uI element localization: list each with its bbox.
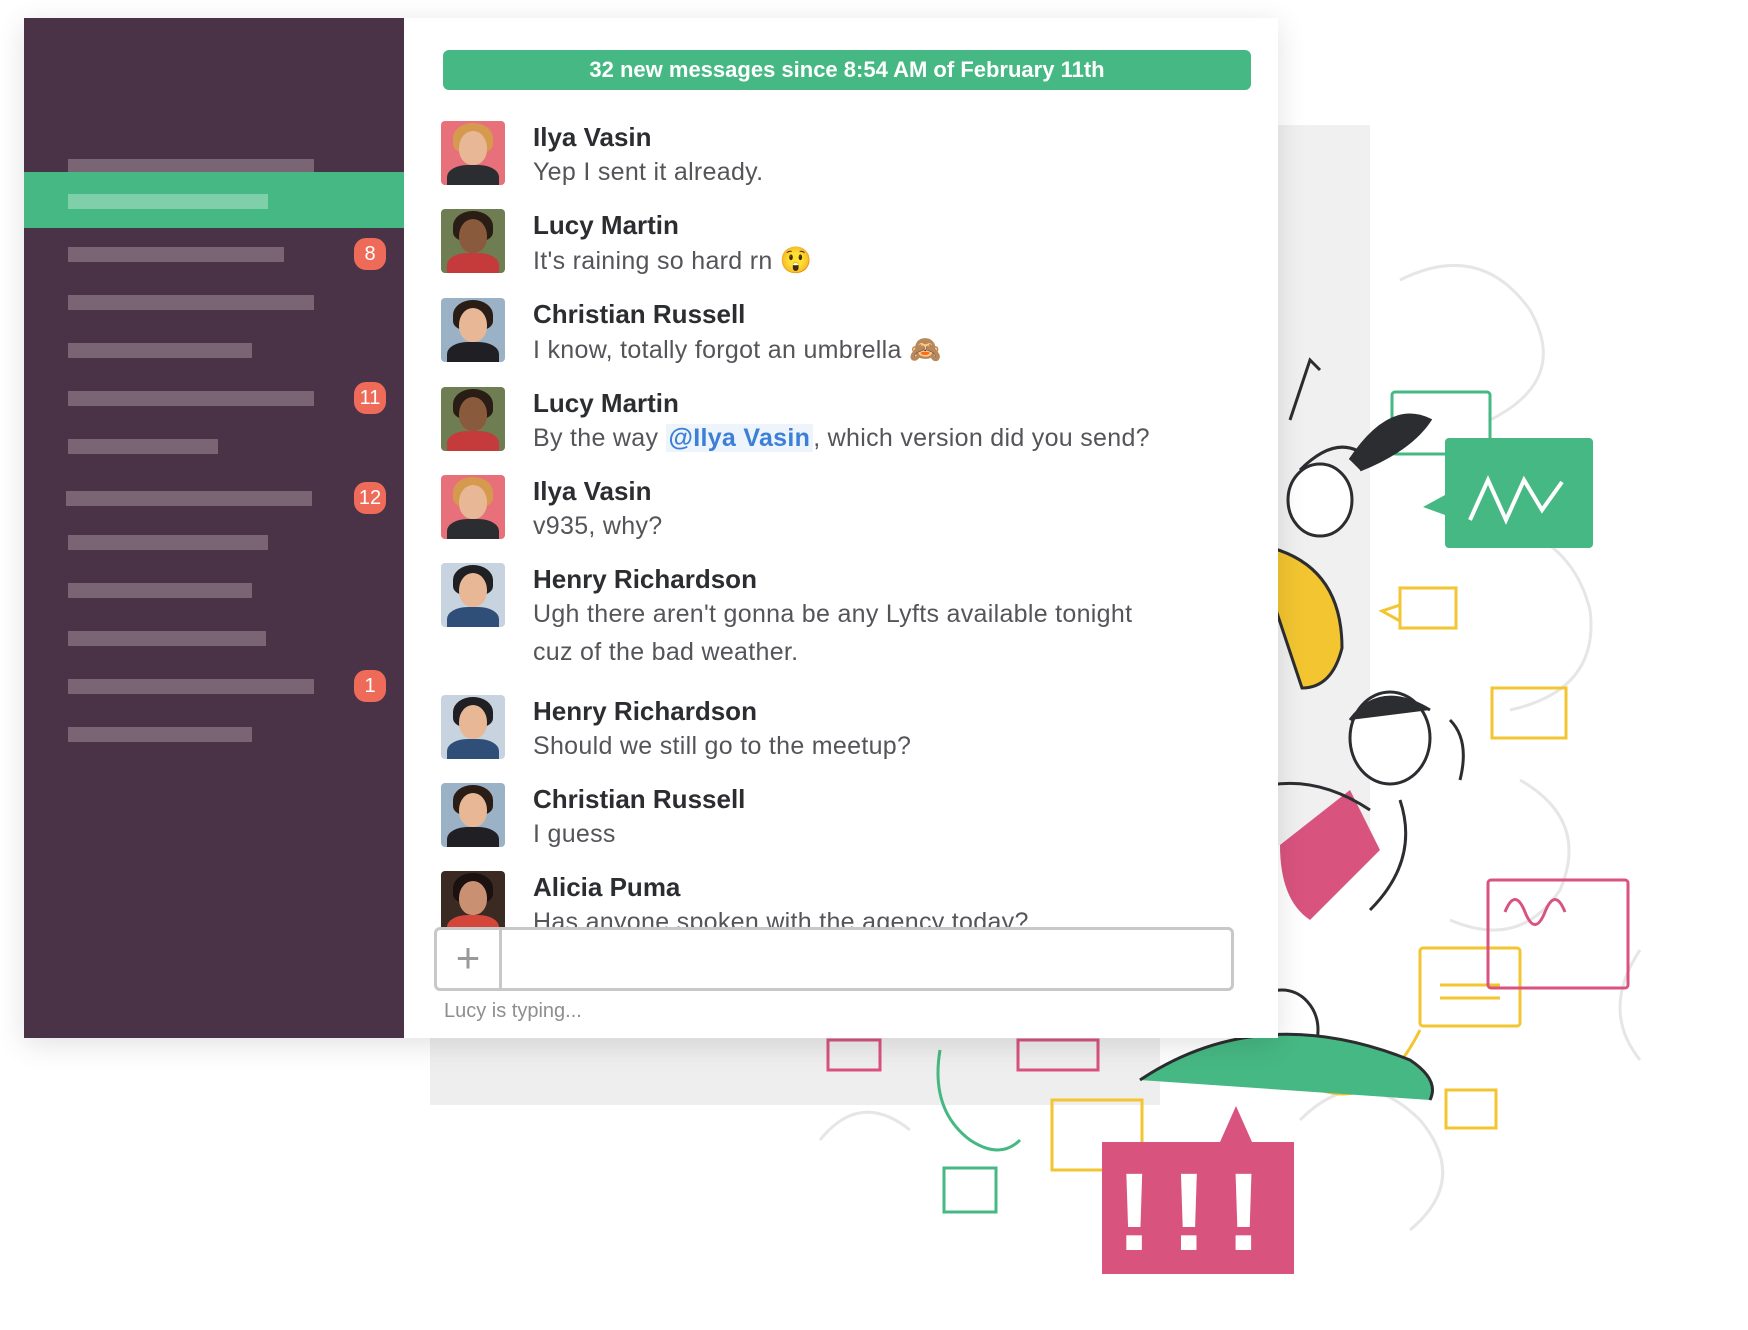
message-text: Should we still go to the meetup?: [533, 732, 912, 760]
typing-indicator: Lucy is typing...: [444, 1000, 582, 1022]
sidebar-item-placeholder: [68, 583, 252, 598]
unread-badge: 1: [354, 670, 386, 702]
sidebar-item-placeholder: [68, 247, 284, 262]
message: Lucy Martin It's raining so hard rn 😲: [441, 209, 1261, 280]
message-composer: +: [434, 927, 1234, 991]
sidebar-item-placeholder: [68, 535, 268, 550]
sidebar-item-7[interactable]: [24, 422, 404, 470]
avatar[interactable]: [441, 475, 505, 539]
sidebar-item-8[interactable]: 12: [24, 474, 404, 522]
message-input[interactable]: [505, 936, 1209, 982]
sidebar-item-placeholder: [68, 631, 266, 646]
sidebar-item-placeholder: [68, 679, 314, 694]
pink-exclamation-panel: !!!: [1102, 1106, 1294, 1274]
sidebar-item-placeholder: [68, 391, 314, 406]
see-no-evil-monkey-icon: 🙈: [908, 334, 942, 364]
message: Ilya Vasin Yep I sent it already.: [441, 121, 1261, 191]
message-text-before: By the way: [533, 424, 666, 452]
unread-badge: 12: [354, 482, 386, 514]
message-text-content: I know, totally forgot an umbrella: [533, 336, 902, 364]
sidebar-item-12[interactable]: 1: [24, 662, 404, 710]
avatar[interactable]: [441, 695, 505, 759]
sidebar-item-11[interactable]: [24, 614, 404, 662]
new-messages-banner[interactable]: 32 new messages since 8:54 AM of Februar…: [443, 50, 1251, 90]
sidebar: 8 11 12 1: [24, 18, 404, 1038]
message-text: v935, why?: [533, 512, 663, 540]
message-text: Yep I sent it already.: [533, 158, 764, 186]
message-author[interactable]: Henry Richardson: [533, 563, 1153, 595]
sidebar-item-placeholder: [68, 727, 252, 742]
message-text: Ugh there aren't gonna be any Lyfts avai…: [533, 600, 1133, 666]
attach-plus-button[interactable]: +: [437, 930, 502, 988]
message-author[interactable]: Lucy Martin: [533, 209, 813, 241]
avatar[interactable]: [441, 121, 505, 185]
avatar[interactable]: [441, 209, 505, 273]
chat-app-window: 8 11 12 1 32 new messages since 8:54 AM …: [24, 18, 1278, 1038]
astonished-emoji-icon: 😲: [779, 245, 813, 275]
message-author[interactable]: Alicia Puma: [533, 871, 1029, 903]
sidebar-item-5[interactable]: [24, 326, 404, 374]
message-author[interactable]: Ilya Vasin: [533, 475, 662, 507]
sidebar-item-13[interactable]: [24, 710, 404, 758]
sidebar-item-10[interactable]: [24, 566, 404, 614]
sidebar-item-placeholder: [68, 439, 218, 454]
exclamation-text: !!!: [1116, 1151, 1280, 1274]
message: Christian Russell I guess: [441, 783, 1261, 853]
message-author[interactable]: Christian Russell: [533, 298, 942, 330]
unread-badge: 8: [354, 238, 386, 270]
message-text-after: , which version did you send?: [813, 424, 1150, 452]
message-text: I guess: [533, 820, 616, 848]
message-text: It's raining so hard rn 😲: [533, 241, 813, 280]
sidebar-item-placeholder: [68, 194, 268, 209]
message-author[interactable]: Lucy Martin: [533, 387, 1150, 419]
sidebar-item-placeholder: [68, 343, 252, 358]
message: Henry Richardson Ugh there aren't gonna …: [441, 563, 1261, 671]
sidebar-item-9[interactable]: [24, 518, 404, 566]
message: Christian Russell I know, totally forgot…: [441, 298, 1261, 369]
avatar[interactable]: [441, 783, 505, 847]
sidebar-item-6[interactable]: 11: [24, 374, 404, 422]
avatar[interactable]: [441, 298, 505, 362]
message-text-content: It's raining so hard rn: [533, 247, 773, 275]
avatar[interactable]: [441, 387, 505, 451]
message-text: I know, totally forgot an umbrella 🙈: [533, 330, 942, 369]
message: Ilya Vasin v935, why?: [441, 475, 1261, 545]
unread-badge: 11: [354, 382, 386, 414]
sidebar-item-4[interactable]: [24, 278, 404, 326]
avatar[interactable]: [441, 563, 505, 627]
message: Lucy Martin By the way @Ilya Vasin, whic…: [441, 387, 1261, 457]
message-list: Ilya Vasin Yep I sent it already. Lucy M…: [441, 121, 1261, 959]
message-author[interactable]: Christian Russell: [533, 783, 745, 815]
message-text: By the way @Ilya Vasin, which version di…: [533, 419, 1150, 457]
avatar[interactable]: [441, 871, 505, 935]
message-author[interactable]: Henry Richardson: [533, 695, 911, 727]
chat-pane: 32 new messages since 8:54 AM of Februar…: [404, 18, 1278, 1038]
sidebar-item-3[interactable]: 8: [24, 230, 404, 278]
sidebar-item-placeholder: [66, 491, 312, 506]
sidebar-item-placeholder: [68, 295, 314, 310]
message-author[interactable]: Ilya Vasin: [533, 121, 763, 153]
sidebar-item-2-active[interactable]: [24, 172, 404, 228]
message: Henry Richardson Should we still go to t…: [441, 695, 1261, 765]
user-mention[interactable]: @Ilya Vasin: [665, 424, 814, 452]
